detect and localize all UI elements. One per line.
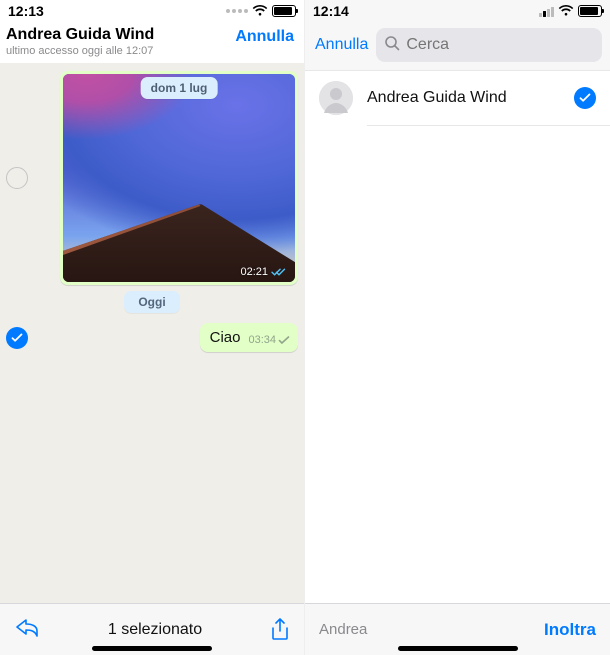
- selection-circle-checked[interactable]: [6, 327, 28, 349]
- status-time: 12:13: [8, 3, 44, 19]
- contact-row[interactable]: Andrea Guida Wind: [305, 71, 610, 125]
- search-input[interactable]: [406, 36, 594, 54]
- day-separator-label: Oggi: [124, 291, 179, 313]
- selected-check-icon[interactable]: [574, 87, 596, 109]
- status-indicators: [226, 5, 296, 17]
- image-thumbnail[interactable]: 02:21: [63, 74, 295, 282]
- delivered-tick-icon: [278, 336, 290, 345]
- selection-count: 1 selezionato: [108, 621, 202, 639]
- image-time: 02:21: [240, 266, 268, 278]
- avatar-placeholder-icon: [319, 81, 353, 115]
- home-indicator[interactable]: [398, 646, 518, 651]
- forward-icon-button[interactable]: [14, 619, 40, 641]
- status-time: 12:14: [313, 3, 349, 19]
- message-text: Ciao: [210, 329, 241, 346]
- contact-list[interactable]: Andrea Guida Wind: [305, 71, 610, 603]
- selection-circle-unchecked[interactable]: [6, 167, 28, 189]
- chat-header-info: Andrea Guida Wind ultimo accesso oggi al…: [6, 26, 154, 57]
- row-divider: [367, 125, 610, 126]
- search-field[interactable]: [376, 28, 602, 62]
- read-ticks-icon: [271, 267, 287, 277]
- cancel-button[interactable]: Annulla: [235, 28, 294, 46]
- status-bar: 12:13: [0, 0, 304, 22]
- share-icon-button[interactable]: [270, 618, 290, 642]
- message-meta: 03:34: [248, 334, 290, 346]
- picker-header: Annulla: [305, 22, 610, 71]
- search-icon: [384, 35, 400, 56]
- image-meta: 02:21: [240, 266, 287, 278]
- cell-bars-icon: [539, 6, 554, 17]
- cell-dots-icon: [226, 9, 248, 13]
- image-message-row[interactable]: dom 1 lug 02:21: [6, 71, 298, 285]
- selection-toolbar: 1 selezionato: [0, 603, 304, 655]
- chat-header: Andrea Guida Wind ultimo accesso oggi al…: [0, 22, 304, 63]
- status-indicators: [539, 5, 602, 17]
- day-separator: Oggi: [6, 291, 298, 313]
- forward-toolbar: Andrea Inoltra: [305, 603, 610, 655]
- forward-button[interactable]: Inoltra: [544, 620, 596, 640]
- contact-name: Andrea Guida Wind: [367, 89, 560, 107]
- selected-names: Andrea: [319, 621, 367, 638]
- wifi-icon: [252, 5, 268, 17]
- battery-icon: [578, 5, 602, 17]
- text-message-row[interactable]: Ciao 03:34: [6, 323, 298, 352]
- cancel-button[interactable]: Annulla: [315, 36, 368, 54]
- wifi-icon: [558, 5, 574, 17]
- date-chip: dom 1 lug: [141, 77, 218, 99]
- chat-title: Andrea Guida Wind: [6, 26, 154, 44]
- chat-selection-screen: 12:13 Andrea Guida Wind ultimo accesso o…: [0, 0, 305, 655]
- forward-picker-screen: 12:14 Annulla Andrea Guida Wind: [305, 0, 610, 655]
- image-message-bubble[interactable]: dom 1 lug 02:21: [60, 71, 298, 285]
- status-bar: 12:14: [305, 0, 610, 22]
- message-time: 03:34: [248, 334, 276, 346]
- chat-body[interactable]: dom 1 lug 02:21 Oggi: [0, 63, 304, 603]
- home-indicator[interactable]: [92, 646, 212, 651]
- chat-subtitle: ultimo accesso oggi alle 12:07: [6, 45, 154, 57]
- text-message-bubble[interactable]: Ciao 03:34: [200, 323, 298, 352]
- battery-icon: [272, 5, 296, 17]
